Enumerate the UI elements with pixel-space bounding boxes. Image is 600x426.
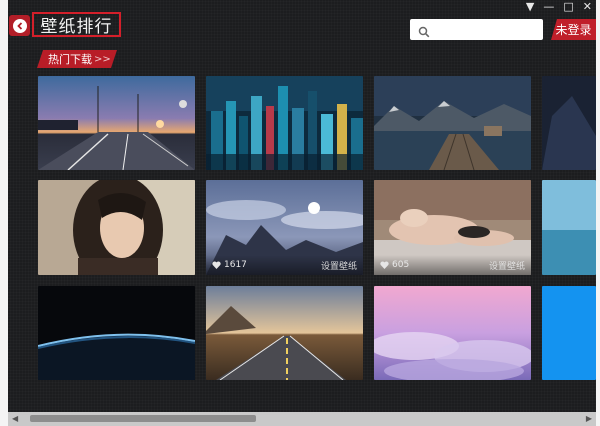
likes-count: 1617	[224, 260, 247, 270]
wallpaper-image	[38, 180, 195, 275]
wallpaper-tile-desert-road[interactable]	[206, 286, 363, 380]
wallpaper-image	[206, 76, 363, 170]
wallpaper-image	[206, 286, 363, 380]
wallpaper-image	[374, 286, 531, 380]
wallpaper-image	[542, 180, 596, 275]
wallpaper-tile-pink-clouds[interactable]	[374, 286, 531, 380]
set-wallpaper-button[interactable]: 设置壁纸	[489, 259, 525, 272]
likes-counter[interactable]: 605	[380, 260, 409, 270]
scroll-left-icon[interactable]: ◀	[12, 414, 18, 423]
heart-icon	[212, 261, 221, 269]
wallpaper-tile-girl-portrait[interactable]	[38, 180, 195, 275]
wallpaper-tile-highway-sunset[interactable]	[38, 76, 195, 170]
wallpaper-image	[38, 286, 195, 380]
wallpaper-tile-sea-horizon[interactable]	[542, 180, 596, 275]
wallpaper-image	[542, 76, 596, 170]
wallpaper-tile-city-night[interactable]	[206, 76, 363, 170]
wallpaper-tile-pier-lake[interactable]	[374, 76, 531, 170]
wallpaper-image	[38, 76, 195, 170]
wallpaper-image	[542, 286, 596, 380]
scrollbar-thumb[interactable]	[30, 415, 256, 422]
wallpaper-tile-sky-mountains[interactable]: 1617 设置壁纸	[206, 180, 363, 275]
likes-count: 605	[392, 260, 410, 270]
wallpaper-tile-dark-blue[interactable]	[542, 76, 596, 170]
scroll-right-icon[interactable]: ▶	[586, 414, 592, 423]
tile-overlay: 605 设置壁纸	[374, 255, 531, 275]
heart-icon	[380, 261, 389, 269]
set-wallpaper-button[interactable]: 设置壁纸	[321, 259, 357, 272]
app-window: ▼ — □ ✕ 壁纸排行 未登录 热门下载 >> 1617 设置壁纸 605 设…	[0, 0, 600, 426]
wallpaper-image	[374, 76, 531, 170]
wallpaper-tile-bright-blue[interactable]	[542, 286, 596, 380]
wallpaper-tile-earth-space[interactable]	[38, 286, 195, 380]
wallpaper-grid: 1617 设置壁纸 605 设置壁纸	[0, 0, 600, 412]
tile-overlay: 1617 设置壁纸	[206, 255, 363, 275]
horizontal-scrollbar[interactable]: ◀ ▶	[8, 412, 596, 426]
wallpaper-tile-woman-lying[interactable]: 605 设置壁纸	[374, 180, 531, 275]
likes-counter[interactable]: 1617	[212, 260, 247, 270]
